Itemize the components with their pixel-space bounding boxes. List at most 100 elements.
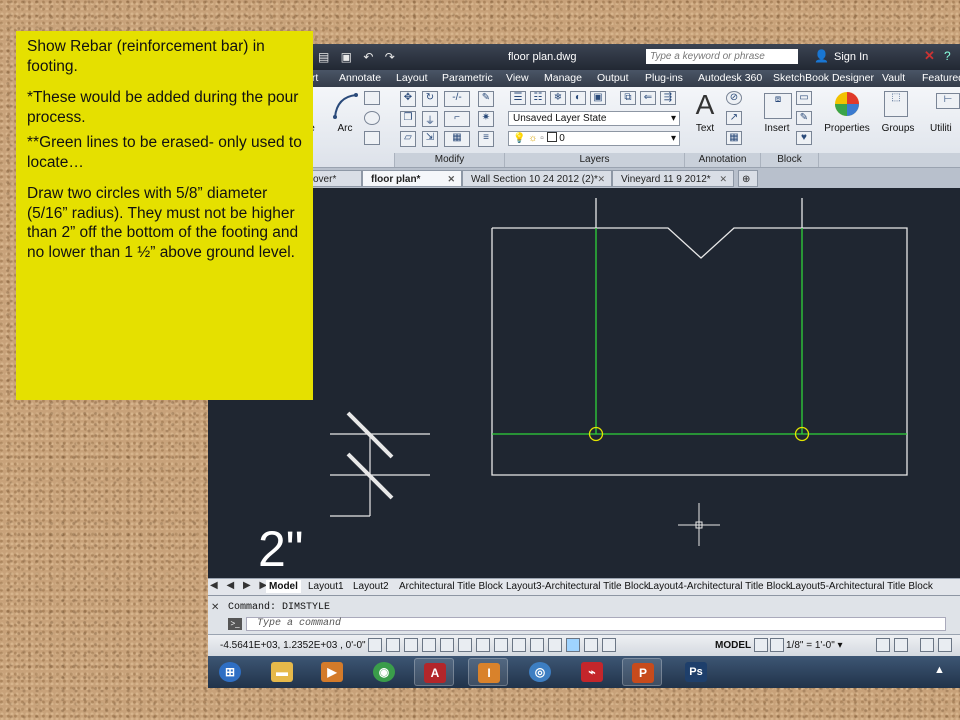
- dimension-2in[interactable]: [330, 411, 430, 517]
- ribbon-tab-featured[interactable]: Featured: [922, 72, 960, 84]
- text-label[interactable]: Text: [690, 123, 720, 134]
- close-tab-icon[interactable]: ✕: [719, 171, 727, 188]
- layers-panel-footer[interactable]: Layers: [504, 153, 684, 167]
- ellipse-icon[interactable]: [364, 111, 380, 125]
- sign-in-link[interactable]: Sign In: [834, 51, 868, 63]
- scale-icon[interactable]: ⇲: [422, 131, 438, 147]
- rotate-icon[interactable]: ↻: [422, 91, 438, 107]
- stretch-icon[interactable]: ▱: [400, 131, 416, 147]
- copy-icon[interactable]: ❐: [400, 111, 416, 127]
- ortho-toggle[interactable]: [422, 638, 436, 652]
- fillet-icon[interactable]: ⌐: [444, 111, 470, 127]
- taskbar-autocad[interactable]: A: [414, 658, 454, 686]
- transparency-toggle[interactable]: [566, 638, 580, 652]
- ribbon-tab-manage[interactable]: Manage: [544, 72, 582, 84]
- offset-icon[interactable]: ≡: [478, 131, 494, 147]
- ribbon-tab-vault[interactable]: Vault: [882, 72, 905, 84]
- layout-nav-arrows[interactable]: ◀ ◀ ▶ ▶: [210, 580, 270, 591]
- edit-block-icon[interactable]: ✎: [796, 111, 812, 125]
- block-attribute-icon[interactable]: ♥: [796, 131, 812, 145]
- doc-tab[interactable]: Vineyard 11 9 2012* ✕: [612, 170, 734, 187]
- coordinate-readout[interactable]: -4.5641E+03, 1.2352E+03 , 0'-0": [220, 640, 366, 651]
- dyn-toggle[interactable]: [530, 638, 544, 652]
- text-icon[interactable]: A: [690, 89, 720, 121]
- groups-icon[interactable]: ⬚: [884, 91, 908, 117]
- current-layer-dropdown[interactable]: 💡 ☼ ▫ 0 ▾: [508, 131, 680, 146]
- ribbon-tab-annotate[interactable]: Annotate: [339, 72, 381, 84]
- measure-icon[interactable]: ⊢: [936, 93, 960, 109]
- exchange-close-icon[interactable]: ✕: [924, 48, 935, 64]
- layer-match-icon[interactable]: ⧉: [620, 91, 636, 105]
- command-prompt-icon[interactable]: >_: [228, 618, 242, 630]
- layout-tab[interactable]: Layout2: [353, 580, 389, 593]
- annotation-panel-footer[interactable]: Annotation: [684, 153, 760, 167]
- annotation-scale[interactable]: 1/8" = 1'-0" ▾: [786, 640, 843, 651]
- user-icon[interactable]: 👤: [814, 49, 829, 63]
- array-icon[interactable]: ▦: [444, 131, 470, 147]
- taskbar-powerpoint[interactable]: P: [622, 658, 662, 686]
- tray-arrow-icon[interactable]: ▲: [934, 664, 945, 676]
- hatch-icon[interactable]: [364, 131, 380, 145]
- quick-view-layouts-icon[interactable]: [754, 638, 768, 652]
- layer-state-dropdown[interactable]: Unsaved Layer State ▾: [508, 111, 680, 126]
- taskbar-chrome[interactable]: ◉: [364, 658, 404, 686]
- ribbon-tab-view[interactable]: View: [506, 72, 529, 84]
- taskbar-design-review[interactable]: ◎: [520, 658, 560, 686]
- start-button[interactable]: ⊞: [210, 658, 250, 686]
- snap-toggle[interactable]: [386, 638, 400, 652]
- layer-walk-icon[interactable]: ⇶: [660, 91, 676, 105]
- properties-label[interactable]: Properties: [820, 123, 874, 134]
- layout-tab[interactable]: Architectural Title Block: [399, 580, 503, 593]
- help-icon[interactable]: ?: [944, 49, 951, 63]
- arc-icon[interactable]: [332, 91, 358, 121]
- layer-off-icon[interactable]: ◐: [570, 91, 586, 105]
- layer-freeze-icon[interactable]: ❄: [550, 91, 566, 105]
- doc-tab-active[interactable]: floor plan* ✕: [362, 170, 462, 187]
- lock-ui-icon[interactable]: [938, 638, 952, 652]
- taskbar-photoshop[interactable]: Ps: [676, 658, 716, 686]
- taskbar-media-player[interactable]: ▶: [312, 658, 352, 686]
- create-block-icon[interactable]: ▭: [796, 91, 812, 105]
- groups-label[interactable]: Groups: [878, 123, 918, 134]
- command-input[interactable]: Type a command: [246, 617, 946, 631]
- quick-view-drawings-icon[interactable]: [770, 638, 784, 652]
- close-tab-icon[interactable]: ✕: [447, 171, 455, 188]
- insert-label[interactable]: Insert: [760, 123, 794, 134]
- doc-tab[interactable]: Wall Section 10 24 2012 (2)* ✕: [462, 170, 612, 187]
- close-tab-icon[interactable]: ✕: [597, 171, 605, 188]
- dimension-icon[interactable]: ⊘: [726, 91, 742, 105]
- mirror-icon[interactable]: ⏚: [422, 111, 438, 127]
- osnap-toggle[interactable]: [458, 638, 472, 652]
- ribbon-tab-sketchbook[interactable]: SketchBook Designer: [773, 72, 874, 84]
- drawing-canvas[interactable]: ]: [208, 188, 960, 578]
- layer-properties-icon[interactable]: ☰: [510, 91, 526, 105]
- block-panel-footer[interactable]: Block: [760, 153, 818, 167]
- properties-color-wheel-icon[interactable]: [834, 91, 860, 117]
- ribbon-tab-autodesk360[interactable]: Autodesk 360: [698, 72, 762, 84]
- command-close-icon[interactable]: ✕: [211, 602, 219, 613]
- properties-panel-footer[interactable]: [818, 153, 960, 167]
- annotation-visibility-icon[interactable]: [876, 638, 890, 652]
- taskbar-explorer[interactable]: ▬: [262, 658, 302, 686]
- taskbar-inventor[interactable]: I: [468, 658, 508, 686]
- model-space-label[interactable]: MODEL: [715, 640, 751, 651]
- quick-properties-toggle[interactable]: [584, 638, 598, 652]
- layout-tab[interactable]: Layout3-Architectural Title Block: [506, 580, 649, 593]
- insert-block-icon[interactable]: ⧈: [764, 93, 792, 119]
- taskbar-acrobat[interactable]: ⌁: [572, 658, 612, 686]
- explode-icon[interactable]: ✷: [478, 111, 494, 127]
- rectangle-icon[interactable]: [364, 91, 380, 105]
- ribbon-tab-layout[interactable]: Layout: [396, 72, 428, 84]
- grid-toggle[interactable]: [404, 638, 418, 652]
- 3d-osnap-toggle[interactable]: [476, 638, 490, 652]
- layer-previous-icon[interactable]: ⇐: [640, 91, 656, 105]
- ribbon-tab-plugins[interactable]: Plug-ins: [645, 72, 683, 84]
- erase-icon[interactable]: ✎: [478, 91, 494, 107]
- leader-icon[interactable]: ↗: [726, 111, 742, 125]
- modify-panel-footer[interactable]: Modify: [394, 153, 504, 167]
- layout-tab[interactable]: Layout4-Architectural Title Block: [648, 580, 791, 593]
- layout-tab-model[interactable]: Model: [266, 580, 301, 593]
- help-search-input[interactable]: Type a keyword or phrase: [646, 49, 798, 64]
- otrack-toggle[interactable]: [494, 638, 508, 652]
- auto-scale-icon[interactable]: [894, 638, 908, 652]
